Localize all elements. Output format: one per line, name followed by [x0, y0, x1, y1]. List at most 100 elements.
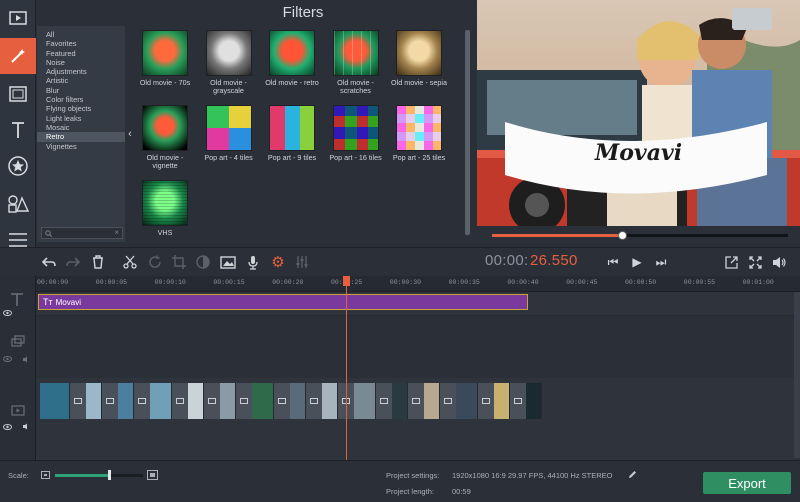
filters-tool[interactable]: [0, 38, 36, 74]
transition-marker[interactable]: [102, 383, 118, 419]
category-item[interactable]: Artistic: [46, 76, 125, 85]
filter-item[interactable]: Pop art - 25 tiles: [389, 105, 449, 162]
video-visibility-eye-icon[interactable]: [3, 424, 12, 430]
transition-marker[interactable]: [70, 383, 86, 419]
transition-marker[interactable]: [376, 383, 392, 419]
clear-search-icon[interactable]: ×: [114, 228, 119, 237]
video-mute-icon[interactable]: [22, 423, 31, 430]
callouts-tool[interactable]: [0, 186, 36, 222]
category-item[interactable]: Light leaks: [46, 114, 125, 123]
image-button[interactable]: [219, 253, 237, 271]
video-clip[interactable]: [86, 383, 102, 419]
transition-marker[interactable]: [510, 383, 526, 419]
crop-button[interactable]: [170, 253, 188, 271]
collapse-categories-button[interactable]: ‹: [125, 26, 135, 242]
overlay-track[interactable]: [36, 316, 800, 378]
equalizer-button[interactable]: [293, 253, 311, 271]
transition-marker[interactable]: [274, 383, 290, 419]
category-item[interactable]: Flying objects: [46, 104, 125, 113]
title-clip[interactable]: Tт Movavi: [38, 294, 528, 310]
transition-marker[interactable]: [204, 383, 220, 419]
zoom-in-icon[interactable]: [147, 470, 158, 480]
overlay-mute-icon[interactable]: [22, 356, 31, 363]
category-item[interactable]: Mosaic: [46, 123, 125, 132]
category-search-input[interactable]: ×: [41, 227, 123, 239]
video-clip[interactable]: [150, 383, 172, 419]
video-clip[interactable]: [118, 383, 134, 419]
video-clip[interactable]: [252, 383, 274, 419]
filter-item[interactable]: Old movie - 70s: [135, 30, 195, 87]
overlay-visibility-eye-icon[interactable]: [3, 356, 12, 362]
category-item[interactable]: Featured: [46, 49, 125, 58]
filter-item[interactable]: Old movie - sepia: [389, 30, 449, 87]
transition-icon: [106, 398, 114, 404]
split-button[interactable]: [121, 253, 139, 271]
filter-item[interactable]: Old movie - grayscale: [199, 30, 259, 95]
redo-button[interactable]: [64, 253, 82, 271]
video-clip[interactable]: [456, 383, 478, 419]
import-media-tool[interactable]: [0, 0, 36, 36]
filter-item[interactable]: VHS: [135, 180, 195, 237]
filter-item[interactable]: Old movie - retro: [262, 30, 322, 87]
transition-icon: [240, 398, 248, 404]
filter-item[interactable]: Old movie - vignette: [135, 105, 195, 170]
next-frame-button[interactable]: ⏭: [652, 253, 670, 271]
fullscreen-button[interactable]: [746, 253, 764, 271]
filters-scrollbar-thumb[interactable]: [465, 30, 470, 235]
category-item[interactable]: Noise: [46, 58, 125, 67]
scale-slider-handle[interactable]: [107, 470, 111, 480]
video-clip[interactable]: [188, 383, 204, 419]
category-item[interactable]: Vignettes: [46, 142, 125, 151]
video-preview[interactable]: Movavi: [477, 0, 800, 226]
transition-marker[interactable]: [306, 383, 322, 419]
transition-marker[interactable]: [478, 383, 494, 419]
playhead-handle[interactable]: [343, 276, 350, 286]
video-clip[interactable]: [494, 383, 510, 419]
clip-settings-button[interactable]: ⚙: [269, 253, 287, 271]
timeline-scrollbar[interactable]: [794, 292, 800, 458]
delete-button[interactable]: [89, 253, 107, 271]
play-button[interactable]: ▶: [628, 253, 646, 271]
category-item[interactable]: Favorites: [46, 39, 125, 48]
video-clip[interactable]: [290, 383, 306, 419]
color-adjust-button[interactable]: [194, 253, 212, 271]
filter-item[interactable]: Pop art - 4 tiles: [199, 105, 259, 162]
video-clip[interactable]: [354, 383, 376, 419]
detach-preview-button[interactable]: [722, 253, 740, 271]
video-clip[interactable]: [392, 383, 408, 419]
undo-button[interactable]: [40, 253, 58, 271]
video-clip[interactable]: [40, 383, 70, 419]
titles-tool[interactable]: [0, 112, 36, 148]
transition-marker[interactable]: [172, 383, 188, 419]
volume-button[interactable]: [770, 253, 788, 271]
filter-item[interactable]: Pop art - 16 tiles: [326, 105, 386, 162]
category-item[interactable]: All: [46, 30, 125, 39]
previous-frame-button[interactable]: ⏮: [604, 253, 622, 271]
filter-item[interactable]: Pop art - 9 tiles: [262, 105, 322, 162]
video-clip[interactable]: [322, 383, 338, 419]
zoom-out-icon[interactable]: [41, 471, 50, 479]
transition-marker[interactable]: [236, 383, 252, 419]
transition-marker[interactable]: [440, 383, 456, 419]
timeline-ruler[interactable]: 00:00:00 00:00:05 00:00:10 00:00:15 00:00:20…: [36, 276, 800, 292]
stickers-tool[interactable]: [0, 148, 36, 184]
pencil-icon[interactable]: [628, 470, 637, 479]
video-clip[interactable]: [526, 383, 542, 419]
playhead-line[interactable]: [346, 276, 347, 460]
transitions-tool[interactable]: [0, 76, 36, 112]
filter-label: Old movie - retro: [265, 78, 319, 87]
seek-bar-handle[interactable]: [618, 231, 628, 240]
category-item[interactable]: Blur: [46, 86, 125, 95]
category-item[interactable]: Adjustments: [46, 67, 125, 76]
export-button[interactable]: Export: [703, 472, 791, 494]
transition-marker[interactable]: [408, 383, 424, 419]
category-item[interactable]: Color filters: [46, 95, 125, 104]
filter-item[interactable]: Old movie - scratches: [326, 30, 386, 95]
visibility-eye-icon[interactable]: [3, 310, 12, 316]
video-clip[interactable]: [424, 383, 440, 419]
video-clip[interactable]: [220, 383, 236, 419]
rotate-button[interactable]: [146, 253, 164, 271]
transition-marker[interactable]: [134, 383, 150, 419]
category-item[interactable]: Retro: [37, 132, 125, 142]
record-audio-button[interactable]: [244, 253, 262, 271]
